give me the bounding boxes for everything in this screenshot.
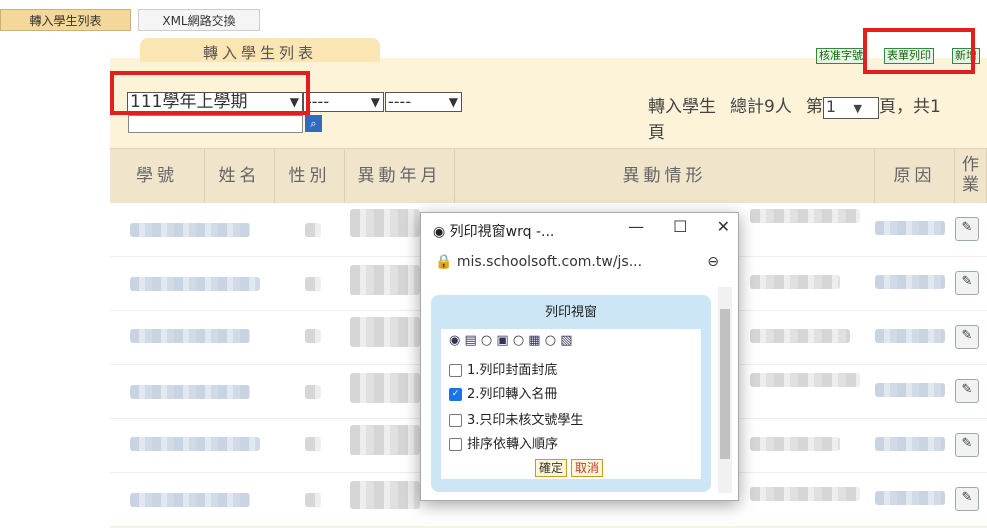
edit-icon[interactable]: ✎ [955, 487, 979, 511]
col-reason: 原因 [875, 149, 955, 203]
summary-label: 轉入學生 [648, 97, 716, 117]
summary-total: 總計9人 [730, 97, 792, 117]
option-cover[interactable]: 1.列印封面封底 [449, 359, 557, 378]
minimize-icon[interactable]: — [628, 217, 644, 236]
scrollbar-thumb[interactable] [720, 309, 730, 459]
format-radio-group[interactable]: ◉ ▤ ○ ▣ ○ ▦ ○ ▧ [449, 333, 572, 348]
search-input[interactable] [128, 115, 303, 133]
page-suffix: 頁，共1 [878, 97, 941, 117]
radio-excel-icon[interactable]: ○ ▦ [513, 333, 541, 348]
panel-title-tab: 轉入學生列表 [140, 38, 380, 62]
option-unapproved-only[interactable]: 3.只印未核文號學生 [449, 409, 583, 428]
edit-icon[interactable]: ✎ [955, 325, 979, 349]
print-popup-window: ◉ 列印視窗wrq -... — ☐ ✕ 🔒 mis.schoolsoft.co… [420, 212, 739, 501]
print-options-box: ◉ ▤ ○ ▣ ○ ▦ ○ ▧ 1.列印封面封底 ✓ 2.列印轉入名冊 3.只印未… [441, 329, 701, 479]
col-gender: 性別 [275, 149, 345, 203]
chevron-down-icon: ▼ [370, 95, 380, 109]
popup-url-bar: 🔒 mis.schoolsoft.com.tw/js... ⊖ [435, 254, 719, 270]
page-prefix: 第 [805, 97, 823, 117]
col-name: 姓名 [205, 149, 275, 203]
table-header: 學號 姓名 性別 異動年月 異動情形 原因 作業 [110, 148, 987, 204]
tab-transfer-list[interactable]: 轉入學生列表 [0, 9, 131, 31]
popup-scrollbar[interactable] [718, 287, 732, 493]
print-settings-panel: 列印視窗 ◉ ▤ ○ ▣ ○ ▦ ○ ▧ 1.列印封面封底 ✓ 2.列印轉入名冊 … [431, 295, 711, 492]
col-change-date: 異動年月 [345, 149, 455, 203]
radio-html-icon[interactable]: ◉ ▤ [449, 333, 477, 348]
summary-bar: 轉入學生 總計9人第 1 ▼ 頁，共1 [648, 92, 941, 119]
edit-icon[interactable]: ✎ [955, 433, 979, 457]
edit-icon[interactable]: ✎ [955, 379, 979, 403]
col-operation: 作業 [955, 149, 987, 203]
filter-select-3[interactable]: ---- ▼ [385, 92, 462, 112]
maximize-icon[interactable]: ☐ [673, 217, 687, 236]
window-controls: — ☐ ✕ [628, 217, 730, 236]
edit-icon[interactable]: ✎ [955, 217, 979, 241]
zoom-icon[interactable]: ⊖ [707, 254, 719, 270]
highlight-print-box [863, 28, 975, 74]
highlight-semester-box [110, 71, 310, 115]
popup-title: ◉ 列印視窗wrq -... [433, 224, 555, 240]
col-student-id: 學號 [110, 149, 205, 203]
option-sort-by-transfer[interactable]: 排序依轉入順序 [449, 433, 558, 452]
radio-word-icon[interactable]: ○ ▣ [481, 333, 509, 348]
cancel-button[interactable]: 取消 [571, 459, 604, 477]
checkbox[interactable] [449, 364, 462, 377]
page-select[interactable]: 1 ▼ [822, 97, 879, 119]
col-change-status: 異動情形 [455, 149, 875, 203]
filter-select-2[interactable]: ---- ▼ [303, 92, 384, 112]
search-icon[interactable]: ⌕ [305, 115, 322, 132]
lock-icon: 🔒 [435, 254, 457, 270]
close-icon[interactable]: ✕ [717, 217, 730, 236]
approve-number-button[interactable]: 核准字號 [816, 48, 866, 64]
checkbox[interactable] [449, 438, 462, 451]
edit-icon[interactable]: ✎ [955, 271, 979, 295]
print-dialog-heading: 列印視窗 [544, 305, 597, 320]
checkbox[interactable] [449, 414, 462, 427]
chevron-down-icon: ▼ [448, 95, 458, 109]
radio-pdf-icon[interactable]: ○ ▧ [545, 333, 573, 348]
checkbox-checked[interactable]: ✓ [449, 388, 462, 401]
confirm-button[interactable]: 確定 [535, 459, 568, 477]
option-transfer-roster[interactable]: ✓ 2.列印轉入名冊 [449, 383, 557, 402]
tab-xml-exchange[interactable]: XML網路交換 [138, 9, 260, 31]
page-tail: 頁 [648, 123, 665, 143]
globe-icon: ◉ [433, 224, 450, 240]
